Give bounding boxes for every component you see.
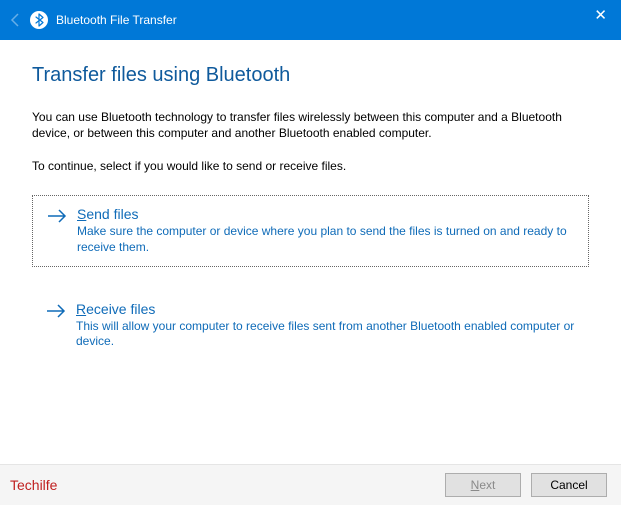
watermark-text: Techilfe <box>10 477 57 493</box>
window-title: Bluetooth File Transfer <box>56 13 177 27</box>
next-button: Next <box>445 473 521 497</box>
close-button[interactable]: ✕ <box>594 6 607 24</box>
option-receive-desc: This will allow your computer to receive… <box>76 319 575 350</box>
bluetooth-file-transfer-window: Bluetooth File Transfer ✕ Transfer files… <box>0 0 621 505</box>
option-send-title: Send files <box>77 206 574 222</box>
page-heading: Transfer files using Bluetooth <box>32 64 589 87</box>
bluetooth-icon <box>30 11 48 29</box>
arrow-right-icon <box>47 208 67 227</box>
footer: Techilfe Next Cancel <box>0 464 621 505</box>
option-send-desc: Make sure the computer or device where y… <box>77 224 574 255</box>
option-receive-title: Receive files <box>76 301 575 317</box>
back-icon <box>0 12 30 28</box>
option-receive-body: Receive files This will allow your compu… <box>76 301 575 350</box>
option-receive-files[interactable]: Receive files This will allow your compu… <box>32 291 589 360</box>
arrow-right-icon <box>46 303 66 322</box>
footer-buttons: Next Cancel <box>445 473 607 497</box>
titlebar: Bluetooth File Transfer ✕ <box>0 0 621 40</box>
cancel-button[interactable]: Cancel <box>531 473 607 497</box>
instruction-text: To continue, select if you would like to… <box>32 159 589 173</box>
option-send-body: Send files Make sure the computer or dev… <box>77 206 574 255</box>
option-send-files[interactable]: Send files Make sure the computer or dev… <box>32 195 589 266</box>
intro-text: You can use Bluetooth technology to tran… <box>32 109 589 141</box>
content-area: Transfer files using Bluetooth You can u… <box>0 40 621 360</box>
